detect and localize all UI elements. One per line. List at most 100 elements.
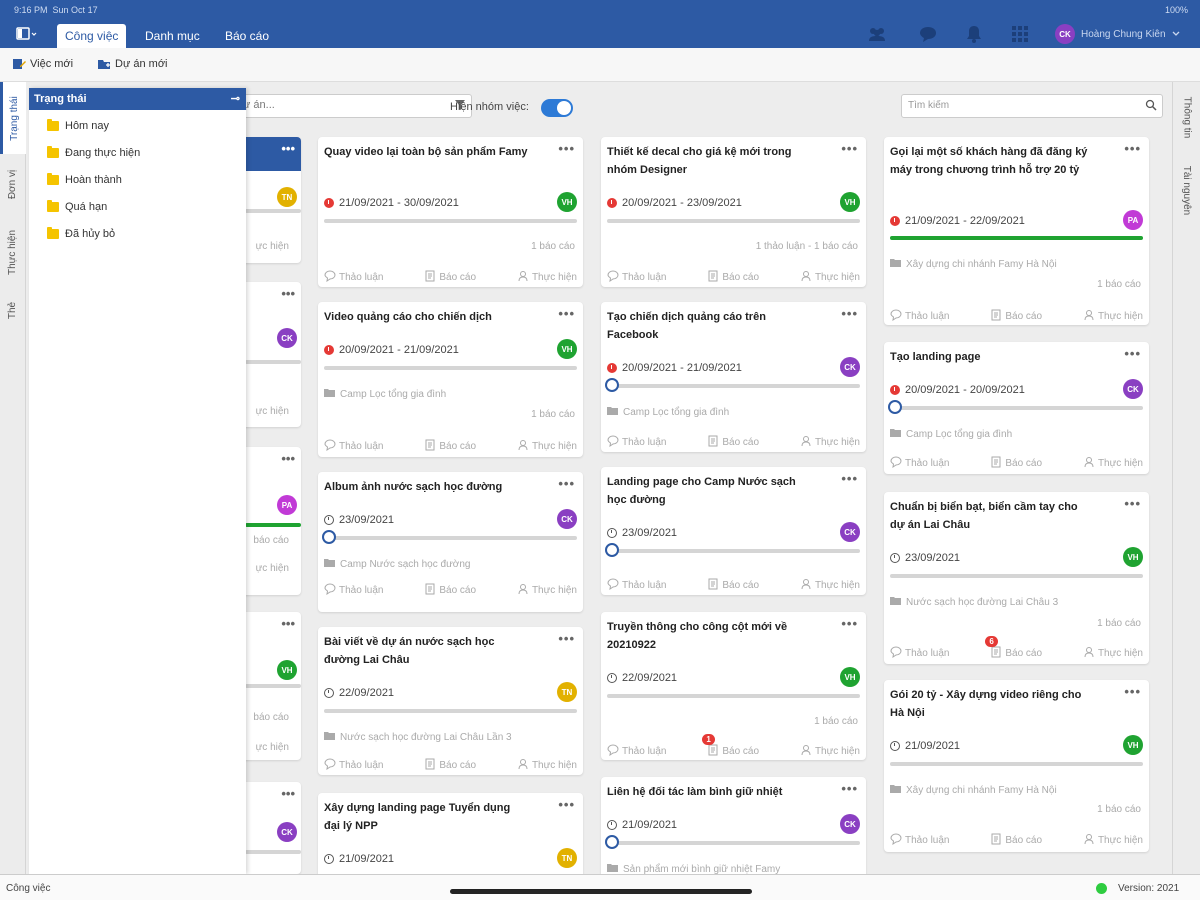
group-icon[interactable] — [866, 24, 888, 44]
task-card[interactable]: Truyền thông cho công cột mới về 2021092… — [601, 612, 866, 760]
side-tab-thong-tin[interactable]: Thông tin — [1173, 82, 1200, 152]
side-tab-trang-thai[interactable]: Trạng thái — [0, 82, 26, 154]
card-menu-button[interactable]: ••• — [1124, 496, 1141, 511]
report-button[interactable]: Báo cáo — [424, 583, 476, 598]
assignee-avatar[interactable]: CK — [557, 509, 577, 529]
assignee-button[interactable]: Thực hiện — [1083, 833, 1143, 848]
task-card[interactable]: Bài viết về dự án nước sạch học đường La… — [318, 627, 583, 775]
progress-knob[interactable] — [888, 400, 902, 414]
card-menu-button[interactable]: ••• — [281, 141, 295, 156]
pin-icon[interactable]: ⊸ — [231, 92, 240, 105]
assignee-avatar[interactable]: CK — [840, 522, 860, 542]
assignee-avatar[interactable]: TN — [277, 187, 297, 207]
report-button[interactable]: Báo cáo — [990, 833, 1042, 848]
discuss-button[interactable]: Thảo luận — [890, 309, 949, 324]
assignee-avatar[interactable]: PA — [1123, 210, 1143, 230]
card-menu-button[interactable]: ••• — [558, 797, 575, 812]
new-task-button[interactable]: Việc mới — [12, 57, 73, 71]
apps-grid-icon[interactable] — [1009, 24, 1031, 44]
card-menu-button[interactable]: ••• — [281, 286, 295, 301]
assignee-button[interactable]: Thực hiện — [517, 439, 577, 454]
card-menu-button[interactable]: ••• — [1124, 141, 1141, 156]
chat-icon[interactable] — [917, 24, 939, 44]
assignee-avatar[interactable]: CK — [277, 822, 297, 842]
card-menu-button[interactable]: ••• — [841, 616, 858, 631]
report-button[interactable]: Báo cáo 1 — [702, 734, 759, 759]
card-menu-button[interactable]: ••• — [558, 141, 575, 156]
task-card[interactable]: Chuẩn bị biển bạt, biển cầm tay cho dự á… — [884, 492, 1149, 664]
assignee-avatar[interactable]: CK — [277, 328, 297, 348]
card-menu-button[interactable]: ••• — [841, 306, 858, 321]
assignee-button[interactable]: Thực hiện — [800, 270, 860, 285]
status-item[interactable]: Hôm nay — [47, 119, 109, 132]
task-card[interactable]: Quay video lại toàn bộ sản phẩm Famy ••• 2… — [318, 137, 583, 287]
assignee-avatar[interactable]: CK — [840, 814, 860, 834]
assignee-button[interactable]: Thực hiện — [800, 435, 860, 450]
status-item[interactable]: Hoàn thành — [47, 173, 122, 186]
task-card[interactable]: Tạo chiến dịch quảng cáo trên Facebook ••… — [601, 302, 866, 452]
user-menu[interactable]: CK Hoàng Chung Kiên — [1055, 24, 1180, 44]
card-menu-button[interactable]: ••• — [1124, 346, 1141, 361]
discuss-button[interactable]: Thảo luận — [324, 270, 383, 285]
card-menu-button[interactable]: ••• — [558, 631, 575, 646]
assignee-avatar[interactable]: VH — [1123, 547, 1143, 567]
tab-danh-muc[interactable]: Danh mục — [137, 24, 208, 48]
assignee-avatar[interactable]: VH — [840, 667, 860, 687]
side-tab-tai-nguyen[interactable]: Tài nguyên — [1173, 152, 1200, 228]
tab-cong-viec[interactable]: Công việc — [57, 24, 127, 48]
tab-bao-cao[interactable]: Báo cáo — [217, 24, 277, 48]
task-card[interactable]: Landing page cho Camp Nước sạch học đườn… — [601, 467, 866, 595]
discuss-button[interactable]: Thảo luận — [324, 439, 383, 454]
progress-knob[interactable] — [605, 378, 619, 392]
app-menu-icon[interactable] — [16, 27, 38, 41]
report-button[interactable]: Báo cáo — [990, 309, 1042, 324]
discuss-button[interactable]: Thảo luận — [890, 456, 949, 471]
report-button[interactable]: Báo cáo 6 — [985, 636, 1042, 661]
card-menu-button[interactable]: ••• — [281, 786, 295, 801]
task-card[interactable]: Video quảng cáo cho chiến dịch ••• 20/09/2… — [318, 302, 583, 457]
report-button[interactable]: Báo cáo — [424, 439, 476, 454]
assignee-button[interactable]: Thực hiện — [1083, 456, 1143, 471]
assignee-button[interactable]: Thực hiện — [1083, 646, 1143, 661]
card-menu-button[interactable]: ••• — [281, 616, 295, 631]
discuss-button[interactable]: Thảo luận — [890, 646, 949, 661]
progress-knob[interactable] — [605, 835, 619, 849]
discuss-button[interactable]: Thảo luận — [607, 578, 666, 593]
assignee-avatar[interactable]: CK — [840, 357, 860, 377]
discuss-button[interactable]: Thảo luận — [607, 435, 666, 450]
assignee-avatar[interactable]: TN — [557, 682, 577, 702]
project-filter-input[interactable]: ự án... — [236, 94, 472, 118]
status-item[interactable]: Quá hạn — [47, 200, 107, 213]
assignee-button[interactable]: Thực hiện — [517, 758, 577, 773]
card-menu-button[interactable]: ••• — [841, 141, 858, 156]
report-button[interactable]: Báo cáo — [990, 456, 1042, 471]
assignee-avatar[interactable]: CK — [1123, 379, 1143, 399]
assignee-button[interactable]: Thực hiện — [800, 578, 860, 593]
report-button[interactable]: Báo cáo — [707, 578, 759, 593]
status-item[interactable]: Đang thực hiện — [47, 146, 140, 159]
card-menu-button[interactable]: ••• — [558, 476, 575, 491]
task-card[interactable]: Gói 20 tỷ - Xây dựng video riêng cho Hà … — [884, 680, 1149, 852]
report-button[interactable]: Báo cáo — [707, 435, 759, 450]
assignee-avatar[interactable]: VH — [557, 339, 577, 359]
card-menu-button[interactable]: ••• — [281, 451, 295, 466]
assignee-avatar[interactable]: TN — [557, 848, 577, 868]
assignee-avatar[interactable]: VH — [1123, 735, 1143, 755]
discuss-button[interactable]: Thảo luận — [607, 744, 666, 759]
new-project-button[interactable]: Dự án mới — [97, 57, 167, 71]
assignee-avatar[interactable]: VH — [840, 192, 860, 212]
discuss-button[interactable]: Thảo luận — [890, 833, 949, 848]
side-tab-the[interactable]: Thẻ — [0, 290, 26, 330]
card-menu-button[interactable]: ••• — [841, 781, 858, 796]
report-button[interactable]: Báo cáo — [424, 270, 476, 285]
report-button[interactable]: Báo cáo — [707, 270, 759, 285]
assignee-avatar[interactable]: VH — [557, 192, 577, 212]
card-menu-button[interactable]: ••• — [1124, 684, 1141, 699]
assignee-button[interactable]: Thực hiện — [517, 583, 577, 598]
task-card[interactable]: Album ảnh nước sạch học đường ••• 23/09/20… — [318, 472, 583, 612]
assignee-avatar[interactable]: PA — [277, 495, 297, 515]
side-tab-thuc-hien[interactable]: Thực hiện — [0, 214, 26, 290]
search-input[interactable]: Tìm kiếm — [901, 94, 1163, 118]
report-button[interactable]: Báo cáo — [424, 758, 476, 773]
task-card[interactable]: Gọi lại một số khách hàng đã đăng ký máy… — [884, 137, 1149, 325]
